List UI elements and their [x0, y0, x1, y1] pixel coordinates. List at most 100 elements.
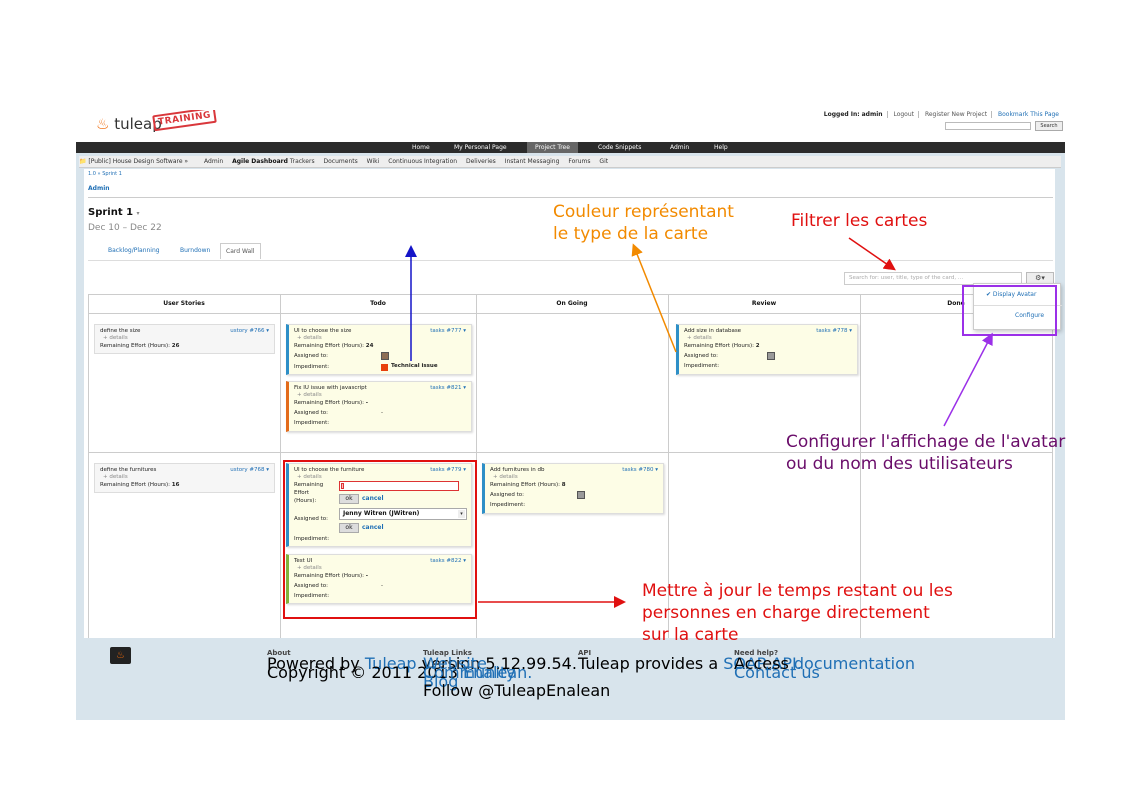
project-tab-agile-dashboard[interactable]: Agile Dashboard — [232, 158, 288, 165]
header-search-button[interactable]: Search — [1035, 121, 1063, 131]
card-effort[interactable]: Remaining Effort (Hours): - — [294, 400, 368, 406]
footer-logo-icon[interactable]: ♨ — [110, 647, 131, 664]
card-details-toggle[interactable]: + details — [687, 335, 712, 341]
flame-icon: ♨ — [96, 115, 110, 133]
project-tab-git[interactable]: Git — [599, 158, 608, 165]
user-avatar[interactable] — [381, 352, 389, 360]
sprint-title-text: Sprint 1 — [88, 207, 134, 218]
project-tab-trackers[interactable]: Trackers — [290, 158, 315, 165]
card-title: Add size in database — [684, 328, 742, 334]
highlight-editing-cards — [283, 460, 477, 619]
card-details-toggle[interactable]: + details — [297, 335, 322, 341]
task-card[interactable]: Add furnitures in db tasks #780 ▾ + deta… — [482, 463, 664, 514]
card-effort-label: Remaining Effort (Hours): — [490, 482, 561, 488]
card-assigned-label: Assigned to: — [294, 353, 328, 359]
card-effort-value: 24 — [365, 343, 374, 349]
tab-burndown[interactable]: Burndown — [180, 243, 210, 259]
project-tab-ci[interactable]: Continuous Integration — [388, 158, 457, 165]
training-stamp: TRAINING — [152, 110, 217, 132]
user-story-card[interactable]: define the size ustory #766 ▾ + details … — [94, 324, 275, 354]
card-ref-link[interactable]: tasks #778 ▾ — [816, 328, 852, 334]
project-nav: 📁 [Public] House Design Software » Admin… — [79, 156, 1061, 168]
board-header-line — [88, 313, 1053, 314]
card-effort[interactable]: Remaining Effort (Hours): 2 — [684, 343, 760, 349]
nav-home[interactable]: Home — [404, 142, 438, 153]
breadcrumb[interactable]: 1.0 » Sprint 1 — [88, 171, 122, 177]
card-effort-value: 8 — [561, 482, 566, 488]
card-assigned-label: Assigned to: — [490, 492, 524, 498]
project-tab-deliveries[interactable]: Deliveries — [466, 158, 496, 165]
logged-in-label: Logged In: — [823, 111, 860, 118]
task-card[interactable]: Add size in database tasks #778 ▾ + deta… — [676, 324, 858, 375]
card-ref-link[interactable]: tasks #780 ▾ — [622, 467, 658, 473]
tabs-underline — [88, 260, 1053, 261]
header-search-input[interactable] — [945, 122, 1031, 130]
annotation-avatar-line1: Configurer l'affichage de l'avatar — [786, 432, 1066, 452]
card-details-toggle[interactable]: + details — [297, 392, 322, 398]
user-avatar[interactable] — [767, 352, 775, 360]
card-effort-label: Remaining Effort (Hours): — [684, 343, 755, 349]
story-details-toggle[interactable]: + details — [103, 335, 128, 341]
card-effort[interactable]: Remaining Effort (Hours): 8 — [490, 482, 566, 488]
nav-project-tree[interactable]: Project Tree — [527, 142, 578, 153]
column-header-on-going: On Going — [556, 300, 588, 307]
register-project-link[interactable]: Register New Project — [920, 111, 993, 118]
footer-help: Need help? Access documentation Contact … — [734, 649, 915, 681]
project-tab-documents[interactable]: Documents — [324, 158, 358, 165]
story-ref-link[interactable]: ustory #768 ▾ — [230, 467, 269, 473]
project-tab-admin[interactable]: Admin — [204, 158, 223, 165]
annotation-update-line3: sur la carte — [642, 625, 739, 645]
column-header-review: Review — [751, 300, 777, 307]
bookmark-link[interactable]: Bookmark This Page — [994, 111, 1063, 118]
annotation-filter: Filtrer les cartes — [791, 211, 928, 231]
main-nav: Home My Personal Page Project Tree Code … — [76, 142, 1065, 153]
card-ref-link[interactable]: tasks #777 ▾ — [430, 328, 466, 334]
site-header: ♨ tuleap TRAINING Logged In: admin Logou… — [76, 110, 1065, 142]
divider — [88, 197, 1053, 198]
card-title: UI to choose the size — [294, 328, 352, 334]
annotation-avatar: Configurer l'affichage de l'avatar ou du… — [786, 431, 1065, 475]
story-effort: Remaining Effort (Hours): 16 — [100, 482, 179, 488]
logged-in-status: Logged In: admin — [819, 111, 888, 118]
story-effort-label: Remaining Effort (Hours): — [100, 482, 171, 488]
annotation-avatar-line2: ou du nom des utilisateurs — [786, 454, 1013, 474]
highlight-settings-menu — [962, 285, 1057, 336]
footer-follow-link[interactable]: Follow @TuleapEnalean — [423, 683, 610, 699]
nav-my-personal-page[interactable]: My Personal Page — [446, 142, 515, 153]
story-title: define the furnitures — [100, 467, 157, 473]
card-assigned[interactable]: Assigned to: - — [294, 410, 383, 416]
card-details-toggle[interactable]: + details — [493, 474, 518, 480]
tab-card-wall[interactable]: Card Wall — [220, 243, 261, 259]
nav-code-snippets[interactable]: Code Snippets — [590, 142, 649, 153]
story-ref-link[interactable]: ustory #766 ▾ — [230, 328, 269, 334]
column-header-todo: Todo — [370, 300, 386, 307]
logged-in-user: admin — [861, 111, 883, 118]
column-header-user-stories: User Stories — [163, 300, 205, 307]
project-name[interactable]: 📁 [Public] House Design Software » — [79, 158, 195, 165]
task-card[interactable]: UI to choose the size tasks #777 ▾ + det… — [286, 324, 472, 375]
tab-backlog-planning[interactable]: Backlog/Planning — [108, 243, 160, 259]
story-details-toggle[interactable]: + details — [103, 474, 128, 480]
card-ref-link[interactable]: tasks #821 ▾ — [430, 385, 466, 391]
card-title: Fix IU issue with javascript — [294, 385, 367, 391]
sprint-dates: Dec 10 – Dec 22 — [88, 223, 162, 233]
sprint-caret: ▾ — [136, 210, 140, 217]
admin-link[interactable]: Admin — [88, 185, 110, 192]
card-effort-label: Remaining Effort (Hours): — [294, 400, 365, 406]
top-links: Logged In: admin Logout Register New Pro… — [819, 111, 1063, 118]
nav-admin[interactable]: Admin — [662, 142, 697, 153]
card-impediment-value: Technical issue — [391, 363, 438, 369]
annotation-card-type-line2: le type de la carte — [553, 224, 709, 244]
card-impediment-label: Impediment: — [294, 420, 330, 426]
project-tab-im[interactable]: Instant Messaging — [505, 158, 560, 165]
nav-help[interactable]: Help — [706, 142, 736, 153]
user-story-card[interactable]: define the furnitures ustory #768 ▾ + de… — [94, 463, 275, 493]
sprint-title[interactable]: Sprint 1 ▾ — [88, 207, 140, 218]
project-tab-wiki[interactable]: Wiki — [367, 158, 380, 165]
bug-card[interactable]: Fix IU issue with javascript tasks #821 … — [286, 381, 472, 432]
project-tab-forums[interactable]: Forums — [568, 158, 590, 165]
logout-link[interactable]: Logout — [889, 111, 920, 118]
story-effort-value: 16 — [171, 482, 180, 488]
user-avatar[interactable] — [577, 491, 585, 499]
card-effort[interactable]: Remaining Effort (Hours): 24 — [294, 343, 373, 349]
